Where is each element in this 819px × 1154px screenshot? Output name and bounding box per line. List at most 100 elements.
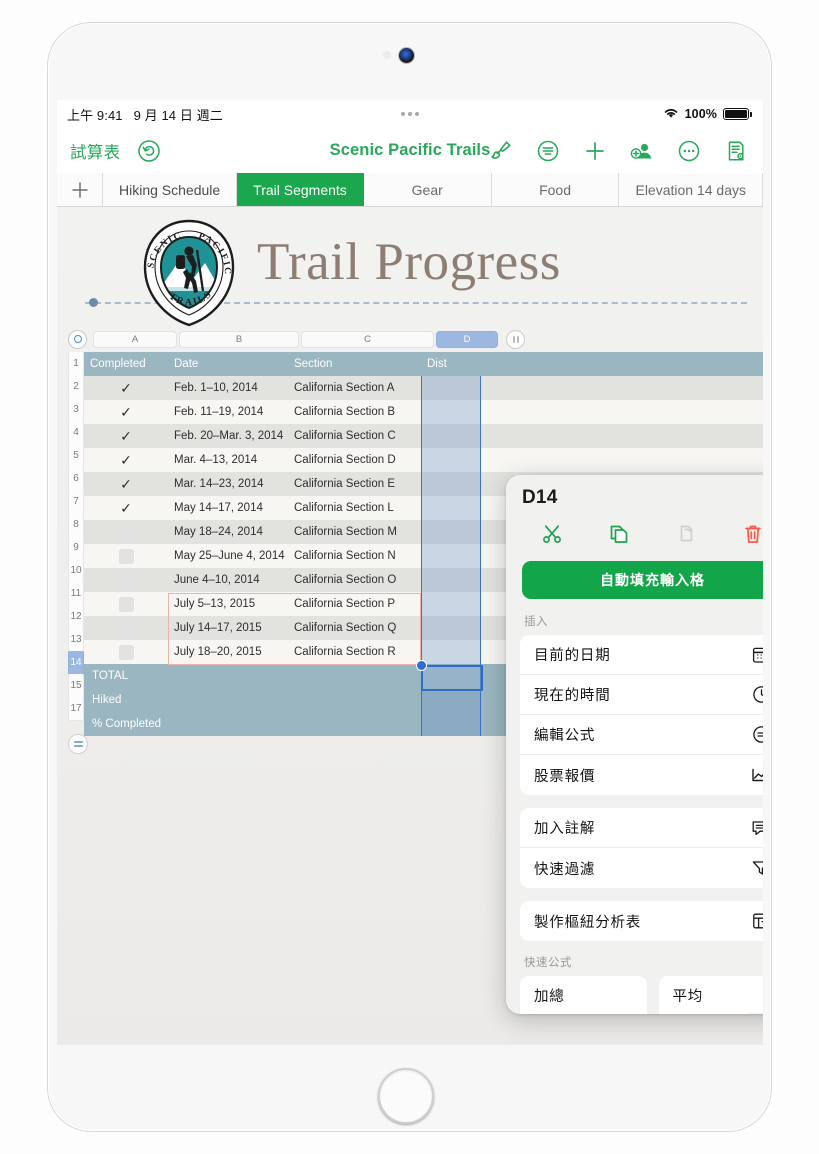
row-number[interactable]: 11 bbox=[68, 582, 84, 606]
cell-completed[interactable]: ✓ bbox=[84, 424, 168, 448]
row-number-selected[interactable]: 14 bbox=[68, 651, 84, 675]
cell-completed[interactable] bbox=[84, 640, 168, 664]
cell-section[interactable]: California Section E bbox=[288, 472, 421, 496]
row-number[interactable]: 15 bbox=[68, 674, 84, 698]
cell-section[interactable]: California Section D bbox=[288, 448, 421, 472]
insert-menu-icon[interactable] bbox=[535, 138, 561, 164]
cell-section[interactable]: California Section L bbox=[288, 496, 421, 520]
menu-item-stock-quote[interactable]: 股票報價 bbox=[520, 755, 763, 795]
cell-date[interactable]: June 4–10, 2014 bbox=[168, 568, 288, 592]
cell-completed[interactable]: ✓ bbox=[84, 496, 168, 520]
alignment-guide-handle[interactable] bbox=[89, 298, 98, 307]
cell-distance[interactable] bbox=[421, 472, 481, 496]
row-number[interactable]: 6 bbox=[68, 467, 84, 491]
add-sheet-button[interactable] bbox=[57, 173, 103, 206]
cell-section[interactable]: California Section N bbox=[288, 544, 421, 568]
table-row[interactable]: ✓ Feb. 20–Mar. 3, 2014 California Sectio… bbox=[84, 424, 763, 448]
cell-section[interactable]: California Section M bbox=[288, 520, 421, 544]
cell-distance[interactable] bbox=[421, 376, 481, 400]
sheet-tab-trail-segments[interactable]: Trail Segments bbox=[237, 173, 364, 206]
cell-date[interactable]: Mar. 14–23, 2014 bbox=[168, 472, 288, 496]
paintbrush-icon[interactable] bbox=[488, 138, 514, 164]
cell-distance[interactable] bbox=[421, 616, 481, 640]
cut-icon[interactable] bbox=[518, 519, 585, 549]
cell-distance[interactable] bbox=[421, 520, 481, 544]
cell-distance[interactable] bbox=[421, 544, 481, 568]
cell-distance[interactable] bbox=[421, 592, 481, 616]
checkbox-unchecked-icon[interactable] bbox=[118, 644, 134, 660]
select-all-icon[interactable] bbox=[68, 329, 87, 349]
menu-item-current-time[interactable]: 現在的時間 bbox=[520, 675, 763, 715]
quick-formula-average[interactable]: 平均 bbox=[658, 976, 763, 1014]
table-row[interactable]: ✓ Feb. 1–10, 2014 California Section A bbox=[84, 376, 763, 400]
row-number[interactable]: 9 bbox=[68, 536, 84, 560]
row-number[interactable]: 4 bbox=[68, 421, 84, 445]
cell-completed[interactable] bbox=[84, 568, 168, 592]
row-number[interactable]: 17 bbox=[68, 697, 84, 721]
document-options-icon[interactable] bbox=[723, 138, 749, 164]
cell-completed[interactable]: ✓ bbox=[84, 472, 168, 496]
cell-section[interactable]: California Section R bbox=[288, 640, 421, 664]
cell-completed[interactable]: ✓ bbox=[84, 400, 168, 424]
cell-section[interactable]: California Section P bbox=[288, 592, 421, 616]
cell-date[interactable]: May 18–24, 2014 bbox=[168, 520, 288, 544]
cell-section[interactable]: California Section A bbox=[288, 376, 421, 400]
cell-date[interactable]: July 14–17, 2015 bbox=[168, 616, 288, 640]
cell-completed[interactable] bbox=[84, 520, 168, 544]
copy-icon[interactable] bbox=[585, 519, 652, 549]
plus-icon[interactable] bbox=[582, 138, 608, 164]
home-button[interactable] bbox=[378, 1068, 434, 1124]
cell-completed[interactable]: ✓ bbox=[84, 376, 168, 400]
cell-date[interactable]: Mar. 4–13, 2014 bbox=[168, 448, 288, 472]
menu-item-quick-filter[interactable]: 快速過濾 bbox=[520, 848, 763, 888]
row-number[interactable]: 3 bbox=[68, 398, 84, 422]
sheet-tab-elevation-14-days[interactable]: Elevation 14 days bbox=[619, 173, 763, 206]
row-number[interactable]: 7 bbox=[68, 490, 84, 514]
sheet-tab-gear[interactable]: Gear bbox=[364, 173, 492, 206]
checkbox-unchecked-icon[interactable] bbox=[118, 524, 134, 540]
row-options-icon[interactable] bbox=[68, 734, 88, 754]
cell-completed[interactable]: ✓ bbox=[84, 448, 168, 472]
checkbox-unchecked-icon[interactable] bbox=[118, 548, 134, 564]
table-row[interactable]: ✓ Mar. 4–13, 2014 California Section D bbox=[84, 448, 763, 472]
checkbox-unchecked-icon[interactable] bbox=[118, 596, 134, 612]
cell-date[interactable]: May 25–June 4, 2014 bbox=[168, 544, 288, 568]
undo-icon[interactable] bbox=[136, 138, 162, 164]
cell-date[interactable]: July 5–13, 2015 bbox=[168, 592, 288, 616]
menu-item-current-date[interactable]: 目前的日期 bbox=[520, 635, 763, 675]
checkbox-unchecked-icon[interactable] bbox=[118, 572, 134, 588]
row-number[interactable]: 13 bbox=[68, 628, 84, 652]
cell-section[interactable]: California Section Q bbox=[288, 616, 421, 640]
cell-distance[interactable] bbox=[421, 448, 481, 472]
delete-icon[interactable] bbox=[720, 519, 763, 549]
cell-date[interactable]: May 14–17, 2014 bbox=[168, 496, 288, 520]
add-person-icon[interactable] bbox=[629, 138, 655, 164]
row-number[interactable]: 10 bbox=[68, 559, 84, 583]
cell-distance[interactable] bbox=[421, 568, 481, 592]
menu-item-add-comment[interactable]: 加入註解 bbox=[520, 808, 763, 848]
cell-date[interactable]: Feb. 1–10, 2014 bbox=[168, 376, 288, 400]
menu-item-edit-formula[interactable]: 編輯公式 bbox=[520, 715, 763, 755]
cell-distance[interactable] bbox=[421, 400, 481, 424]
cell-completed[interactable] bbox=[84, 616, 168, 640]
cell-date[interactable]: Feb. 11–19, 2014 bbox=[168, 400, 288, 424]
column-handle-icon[interactable] bbox=[506, 329, 525, 349]
cell-date[interactable]: Feb. 20–Mar. 3, 2014 bbox=[168, 424, 288, 448]
cell-section[interactable]: California Section O bbox=[288, 568, 421, 592]
row-number[interactable]: 12 bbox=[68, 605, 84, 629]
column-header-a[interactable]: A bbox=[93, 330, 177, 348]
cell-section[interactable]: California Section B bbox=[288, 400, 421, 424]
column-header-c[interactable]: C bbox=[301, 330, 434, 348]
cell-distance[interactable] bbox=[421, 496, 481, 520]
cell-distance[interactable] bbox=[421, 640, 481, 664]
table-row[interactable]: ✓ Feb. 11–19, 2014 California Section B bbox=[84, 400, 763, 424]
row-number-1[interactable]: 1 bbox=[68, 352, 84, 376]
column-header-b[interactable]: B bbox=[179, 330, 299, 348]
quick-formula-sum[interactable]: 加總 bbox=[520, 976, 647, 1014]
row-number[interactable]: 2 bbox=[68, 375, 84, 399]
cell-date[interactable]: July 18–20, 2015 bbox=[168, 640, 288, 664]
back-to-spreadsheets-button[interactable]: 試算表 bbox=[70, 139, 120, 163]
cell-distance[interactable] bbox=[421, 424, 481, 448]
autofill-cells-button[interactable]: 自動填充輸入格 bbox=[522, 561, 763, 599]
more-circle-icon[interactable] bbox=[676, 138, 702, 164]
